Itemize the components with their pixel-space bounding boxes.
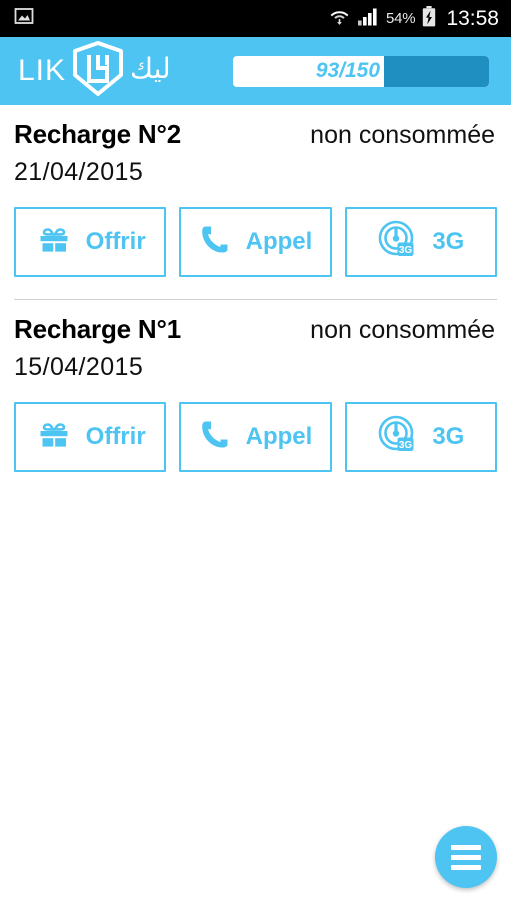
recharge-card-header: Recharge N°1 non consommée <box>14 314 497 345</box>
offrir-button[interactable]: Offrir <box>14 402 167 472</box>
recharge-action-row: Offrir Appel 3G 3G <box>14 207 497 277</box>
appel-button-label: Appel <box>245 228 313 255</box>
svg-text:3G: 3G <box>399 244 413 255</box>
gift-icon <box>35 416 73 459</box>
offrir-button[interactable]: Offrir <box>14 207 167 277</box>
gift-icon <box>35 221 73 264</box>
phone-icon <box>199 222 233 263</box>
credit-progress-bar[interactable]: 93/150 <box>233 55 489 87</box>
brand-latin-label: LIK <box>18 54 67 87</box>
image-icon <box>14 6 34 31</box>
recharge-status: non consommée <box>310 316 495 344</box>
3g-signal-icon: 3G <box>377 414 419 461</box>
status-bar-system-icons: 54% 13:58 <box>329 5 499 32</box>
appel-button[interactable]: Appel <box>179 207 332 277</box>
status-bar-clock: 13:58 <box>446 6 499 30</box>
3g-signal-icon: 3G <box>377 219 419 266</box>
data-3g-button[interactable]: 3G 3G <box>344 402 497 472</box>
hamburger-bar <box>451 864 481 870</box>
offrir-button-label: Offrir <box>85 423 146 450</box>
app-root: 54% 13:58 LIK ليك 93/150 Recharge N°2 no… <box>0 0 511 900</box>
recharge-action-row: Offrir Appel 3G 3G <box>14 402 497 472</box>
recharge-status: non consommée <box>310 121 495 149</box>
battery-charging-icon <box>422 5 436 32</box>
data-3g-button-label: 3G <box>432 423 465 450</box>
app-header: LIK ليك 93/150 <box>0 37 511 105</box>
phone-icon <box>199 417 233 458</box>
recharge-list: Recharge N°2 non consommée 21/04/2015 Of… <box>0 105 511 472</box>
recharge-title: Recharge N°2 <box>14 119 181 149</box>
credit-progress-fill <box>384 55 489 87</box>
hamburger-bar <box>451 854 481 860</box>
data-3g-button[interactable]: 3G 3G <box>344 207 497 277</box>
wifi-icon <box>329 6 350 32</box>
status-bar-notifications <box>14 6 34 31</box>
data-3g-button-label: 3G <box>432 228 465 255</box>
appel-button-label: Appel <box>245 423 313 450</box>
recharge-date: 21/04/2015 <box>14 158 144 186</box>
credit-progress-label: 93/150 <box>315 59 381 82</box>
cellular-signal-icon <box>357 7 379 31</box>
recharge-title: Recharge N°1 <box>14 314 181 344</box>
hamburger-bar <box>451 844 481 850</box>
hamburger-menu-icon <box>451 844 481 870</box>
recharge-card-header: Recharge N°2 non consommée <box>14 119 497 150</box>
menu-fab-button[interactable] <box>435 826 497 888</box>
appel-button[interactable]: Appel <box>179 402 332 472</box>
offrir-button-label: Offrir <box>85 228 146 255</box>
shield-logo-icon <box>71 40 125 102</box>
svg-text:3G: 3G <box>399 439 413 450</box>
brand-logo[interactable]: LIK ليك <box>18 40 171 102</box>
recharge-card: Recharge N°2 non consommée 21/04/2015 Of… <box>0 105 511 277</box>
recharge-date: 15/04/2015 <box>14 353 144 381</box>
recharge-card: Recharge N°1 non consommée 15/04/2015 Of… <box>0 300 511 472</box>
brand-arabic-label: ليك <box>130 52 171 85</box>
system-status-bar: 54% 13:58 <box>0 0 511 37</box>
battery-percent-label: 54% <box>386 10 416 27</box>
